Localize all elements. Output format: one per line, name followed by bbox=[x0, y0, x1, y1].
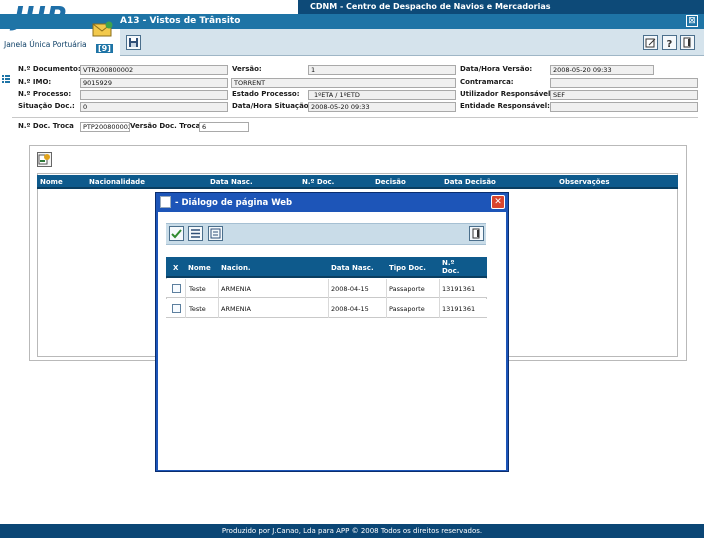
exchange-version-label: Versão Doc. Troca bbox=[130, 122, 201, 130]
imo-label: N.º IMO: bbox=[18, 78, 52, 86]
dcol-x[interactable]: X bbox=[173, 264, 178, 272]
add-persons-button[interactable] bbox=[37, 152, 52, 167]
responsible-user-field[interactable]: SEF bbox=[550, 90, 698, 100]
version-field[interactable]: 1 bbox=[308, 65, 456, 75]
responsible-entity-label: Entidade Responsável: bbox=[460, 102, 550, 110]
close-icon[interactable]: ⊠ bbox=[686, 15, 698, 27]
column-divider bbox=[386, 279, 387, 318]
cell-nationality: ARMENIA bbox=[221, 285, 251, 293]
column-divider bbox=[439, 279, 440, 318]
separator bbox=[12, 117, 698, 118]
cell-birth-date: 2008-04-15 bbox=[331, 285, 369, 293]
version-datetime-label: Data/Hora Versão: bbox=[460, 65, 533, 73]
contramarca-label: Contramarca: bbox=[460, 78, 514, 86]
col-nacionalidade[interactable]: Nacionalidade bbox=[89, 178, 145, 186]
deselect-all-icon[interactable] bbox=[208, 226, 223, 241]
cell-nationality: ARMENIA bbox=[221, 305, 251, 313]
page-icon bbox=[160, 196, 171, 208]
column-divider bbox=[328, 279, 329, 318]
doc-state-label: Situação Doc.: bbox=[18, 102, 75, 110]
dialog-body bbox=[158, 212, 506, 470]
process-field[interactable] bbox=[80, 90, 228, 100]
help-icon[interactable]: ? bbox=[662, 35, 677, 50]
cell-birth-date: 2008-04-15 bbox=[331, 305, 369, 313]
dcol-num-doc[interactable]: N.º Doc. bbox=[442, 259, 462, 275]
doc-state-field[interactable]: 0 bbox=[80, 102, 228, 112]
dialog-table-header bbox=[166, 257, 487, 278]
edit-icon[interactable] bbox=[643, 35, 658, 50]
responsible-user-label: Utilizador Responsável: bbox=[460, 90, 554, 98]
exchange-doc-field[interactable]: PTP200800002 bbox=[80, 122, 130, 132]
cell-doc-number: 13191361 bbox=[442, 305, 476, 313]
row-checkbox[interactable] bbox=[172, 284, 181, 293]
grip-icon[interactable] bbox=[2, 74, 10, 84]
dcol-tipo-doc[interactable]: Tipo Doc. bbox=[389, 264, 426, 272]
svg-text:?: ? bbox=[667, 39, 673, 49]
responsible-entity-field[interactable] bbox=[550, 102, 698, 112]
dialog-title: - Diálogo de página Web bbox=[175, 198, 293, 208]
ship-name-field[interactable]: TORRENT bbox=[231, 78, 456, 88]
exit-icon[interactable] bbox=[680, 35, 695, 50]
col-num-doc[interactable]: N.º Doc. bbox=[302, 178, 334, 186]
select-all-icon[interactable] bbox=[188, 226, 203, 241]
cell-name: Teste bbox=[189, 305, 206, 313]
col-nome[interactable]: Nome bbox=[40, 178, 63, 186]
save-icon[interactable] bbox=[126, 35, 141, 50]
exchange-version-field[interactable]: 6 bbox=[199, 122, 249, 132]
col-data-decisao[interactable]: Data Decisão bbox=[444, 178, 496, 186]
process-state-field[interactable]: 1ºETA / 1ºETD bbox=[308, 90, 456, 100]
column-divider bbox=[218, 279, 219, 318]
dcol-nome[interactable]: Nome bbox=[188, 264, 211, 272]
state-datetime-label: Data/Hora Situação: bbox=[232, 102, 312, 110]
imo-field[interactable]: 9015929 bbox=[80, 78, 228, 88]
page-title: A13 - Vistos de Trânsito bbox=[120, 16, 241, 26]
dcol-data-nasc[interactable]: Data Nasc. bbox=[331, 264, 374, 272]
col-decisao[interactable]: Decisão bbox=[375, 178, 406, 186]
dialog-close-icon[interactable]: ✕ bbox=[491, 195, 505, 209]
column-divider bbox=[185, 279, 186, 318]
process-label: N.º Processo: bbox=[18, 90, 72, 98]
exchange-doc-label: N.º Doc. Troca bbox=[18, 122, 74, 130]
state-datetime-field[interactable]: 2008-05-20 09:33 bbox=[308, 102, 456, 112]
contramarca-field[interactable] bbox=[550, 78, 698, 88]
cell-doc-type: Passaporte bbox=[389, 285, 425, 293]
cell-doc-number: 13191361 bbox=[442, 285, 476, 293]
dialog-exit-icon[interactable] bbox=[469, 226, 484, 241]
doc-number-label: N.º Documento: bbox=[18, 65, 81, 73]
logo-subtitle: Janela Única Portuária bbox=[4, 40, 87, 49]
confirm-check-icon[interactable] bbox=[169, 226, 184, 241]
cell-name: Teste bbox=[189, 285, 206, 293]
col-data-nasc[interactable]: Data Nasc. bbox=[210, 178, 253, 186]
cell-doc-type: Passaporte bbox=[389, 305, 425, 313]
doc-number-field[interactable]: VTR200800002 bbox=[80, 65, 228, 75]
version-label: Versão: bbox=[232, 65, 262, 73]
header-title: CDNM - Centro de Despacho de Navios e Me… bbox=[310, 2, 551, 11]
col-observacoes[interactable]: Observações bbox=[559, 178, 610, 186]
envelope-icon[interactable] bbox=[92, 20, 114, 38]
footer-text: Produzido por J.Canao, Lda para APP © 20… bbox=[221, 527, 483, 535]
dcol-nacion[interactable]: Nacion. bbox=[221, 264, 251, 272]
counter-badge: [9] bbox=[96, 44, 113, 53]
row-checkbox[interactable] bbox=[172, 304, 181, 313]
toolbar bbox=[120, 29, 704, 56]
version-datetime-field[interactable]: 2008-05-20 09:33 bbox=[550, 65, 654, 75]
process-state-label: Estado Processo: bbox=[232, 90, 300, 98]
